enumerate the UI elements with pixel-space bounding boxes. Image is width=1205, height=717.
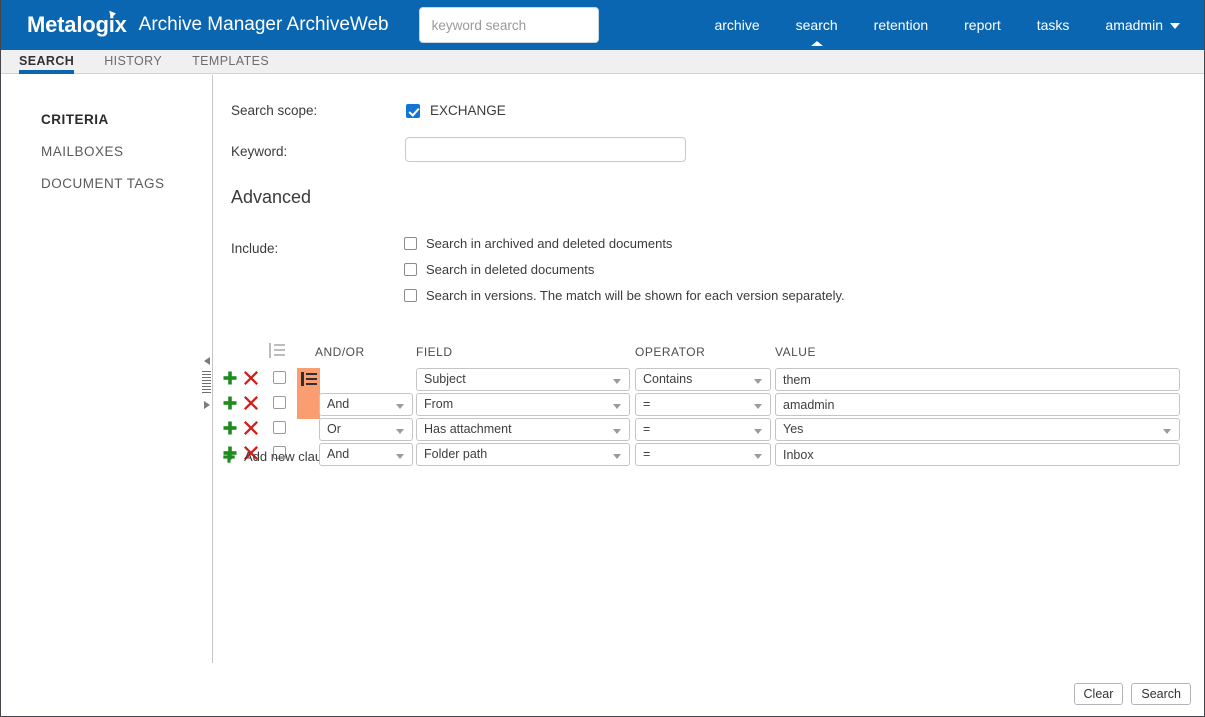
include-option-versions[interactable]: Search in versions. The match will be sh… bbox=[404, 288, 845, 303]
field-select[interactable]: Subject bbox=[416, 368, 630, 391]
keyword-input[interactable] bbox=[405, 137, 686, 162]
column-header-andor: AND/OR bbox=[315, 345, 365, 359]
keyword-label: Keyword: bbox=[231, 144, 288, 159]
row-select-checkbox[interactable] bbox=[273, 371, 286, 384]
include-options-list: Search in archived and deleted documents… bbox=[404, 236, 845, 314]
exchange-label: EXCHANGE bbox=[430, 103, 506, 118]
page-title: Archive Manager ArchiveWeb bbox=[138, 14, 389, 35]
delete-row-icon[interactable] bbox=[243, 420, 259, 436]
row-select-checkbox[interactable] bbox=[273, 396, 286, 409]
deleted-label: Search in deleted documents bbox=[426, 262, 595, 277]
criteria-table-header: AND/OR FIELD OPERATOR VALUE bbox=[213, 343, 1204, 366]
delete-row-icon[interactable] bbox=[243, 395, 259, 411]
value-input[interactable] bbox=[775, 443, 1180, 466]
keyword-label-row: Keyword: bbox=[231, 144, 287, 159]
value-select[interactable]: Yes bbox=[775, 418, 1180, 441]
plus-icon bbox=[223, 450, 235, 463]
footer-button-bar: Clear Search bbox=[1073, 683, 1191, 705]
include-option-deleted[interactable]: Search in deleted documents bbox=[404, 262, 845, 277]
include-label: Include: bbox=[231, 241, 279, 256]
value-input[interactable] bbox=[775, 368, 1180, 391]
row-select-checkbox[interactable] bbox=[273, 421, 286, 434]
field-select[interactable]: From bbox=[416, 393, 630, 416]
tab-history[interactable]: HISTORY bbox=[104, 50, 162, 74]
operator-select[interactable]: = bbox=[635, 393, 771, 416]
versions-checkbox[interactable] bbox=[404, 289, 417, 302]
column-header-field: FIELD bbox=[416, 345, 453, 359]
grip-lines-icon bbox=[202, 371, 211, 395]
column-header-operator: OPERATOR bbox=[635, 345, 706, 359]
sidebar: CRITERIA MAILBOXES DOCUMENT TAGS bbox=[1, 75, 213, 663]
main-content: Search scope: EXCHANGE Keyword: Advanced… bbox=[213, 75, 1204, 716]
operator-select[interactable]: = bbox=[635, 418, 771, 441]
keyword-search-input[interactable] bbox=[418, 7, 599, 43]
tab-templates[interactable]: TEMPLATES bbox=[192, 50, 269, 74]
table-row: And Folder path = bbox=[213, 441, 1204, 466]
exchange-checkbox[interactable] bbox=[406, 103, 420, 118]
advanced-section-title: Advanced bbox=[231, 187, 312, 207]
andor-select[interactable]: And bbox=[319, 393, 413, 416]
tab-bar: SEARCH HISTORY TEMPLATES bbox=[1, 50, 1204, 74]
versions-label: Search in versions. The match will be sh… bbox=[426, 288, 845, 303]
criteria-table: AND/OR FIELD OPERATOR VALUE Subject Cont… bbox=[213, 343, 1204, 466]
search-button[interactable]: Search bbox=[1131, 683, 1191, 705]
sidebar-item-mailboxes[interactable]: MAILBOXES bbox=[1, 140, 212, 163]
sidebar-item-document-tags[interactable]: DOCUMENT TAGS bbox=[1, 172, 212, 195]
nav-item-tasks[interactable]: tasks bbox=[1019, 0, 1088, 50]
include-label-row: Include: bbox=[231, 241, 278, 256]
app-window: Metalogix Archive Manager ArchiveWeb arc… bbox=[0, 0, 1205, 717]
table-row: And From = bbox=[213, 391, 1204, 416]
search-scope-option[interactable]: EXCHANGE bbox=[406, 103, 506, 118]
chevron-down-icon bbox=[1170, 23, 1180, 30]
value-input[interactable] bbox=[775, 393, 1180, 416]
column-header-value: VALUE bbox=[775, 345, 816, 359]
top-navigation: archive search retention report tasks am… bbox=[696, 0, 1188, 50]
add-row-icon[interactable] bbox=[222, 370, 238, 386]
nav-item-search[interactable]: search bbox=[778, 0, 856, 50]
field-select[interactable]: Folder path bbox=[416, 443, 630, 466]
expand-arrow-down-icon bbox=[203, 401, 210, 409]
search-scope-label: Search scope: bbox=[231, 103, 318, 118]
archived-deleted-label: Search in archived and deleted documents bbox=[426, 236, 673, 251]
collapse-arrow-up-icon bbox=[203, 357, 210, 365]
metalogix-logo: Metalogix bbox=[27, 9, 127, 38]
deleted-checkbox[interactable] bbox=[404, 263, 417, 276]
operator-select[interactable]: Contains bbox=[635, 368, 771, 391]
clear-button[interactable]: Clear bbox=[1073, 683, 1124, 705]
tab-search[interactable]: SEARCH bbox=[19, 50, 75, 74]
include-option-archived-deleted[interactable]: Search in archived and deleted documents bbox=[404, 236, 845, 251]
top-header-bar: Metalogix Archive Manager ArchiveWeb arc… bbox=[1, 0, 1204, 50]
clause-group-highlight[interactable] bbox=[297, 368, 320, 419]
add-row-icon[interactable] bbox=[222, 420, 238, 436]
andor-select[interactable]: Or bbox=[319, 418, 413, 441]
search-scope-label-row: Search scope: bbox=[231, 103, 317, 118]
nav-item-retention[interactable]: retention bbox=[856, 0, 946, 50]
add-row-icon[interactable] bbox=[222, 395, 238, 411]
user-name-label: amadmin bbox=[1105, 17, 1163, 33]
operator-select[interactable]: = bbox=[635, 443, 771, 466]
andor-select[interactable]: And bbox=[319, 443, 413, 466]
sidebar-collapse-handle[interactable] bbox=[201, 357, 212, 409]
table-row: Subject Contains bbox=[213, 366, 1204, 391]
table-row: Or Has attachment = Yes bbox=[213, 416, 1204, 441]
field-select[interactable]: Has attachment bbox=[416, 418, 630, 441]
group-list-icon[interactable] bbox=[269, 343, 286, 358]
nav-item-archive[interactable]: archive bbox=[696, 0, 777, 50]
group-bracket-list-icon bbox=[301, 372, 317, 386]
sidebar-item-criteria[interactable]: CRITERIA bbox=[1, 108, 212, 131]
nav-item-report[interactable]: report bbox=[946, 0, 1019, 50]
delete-row-icon[interactable] bbox=[243, 370, 259, 386]
logo-triangle-icon bbox=[108, 9, 117, 19]
nav-item-user-menu[interactable]: amadmin bbox=[1087, 0, 1188, 50]
archived-deleted-checkbox[interactable] bbox=[404, 237, 417, 250]
